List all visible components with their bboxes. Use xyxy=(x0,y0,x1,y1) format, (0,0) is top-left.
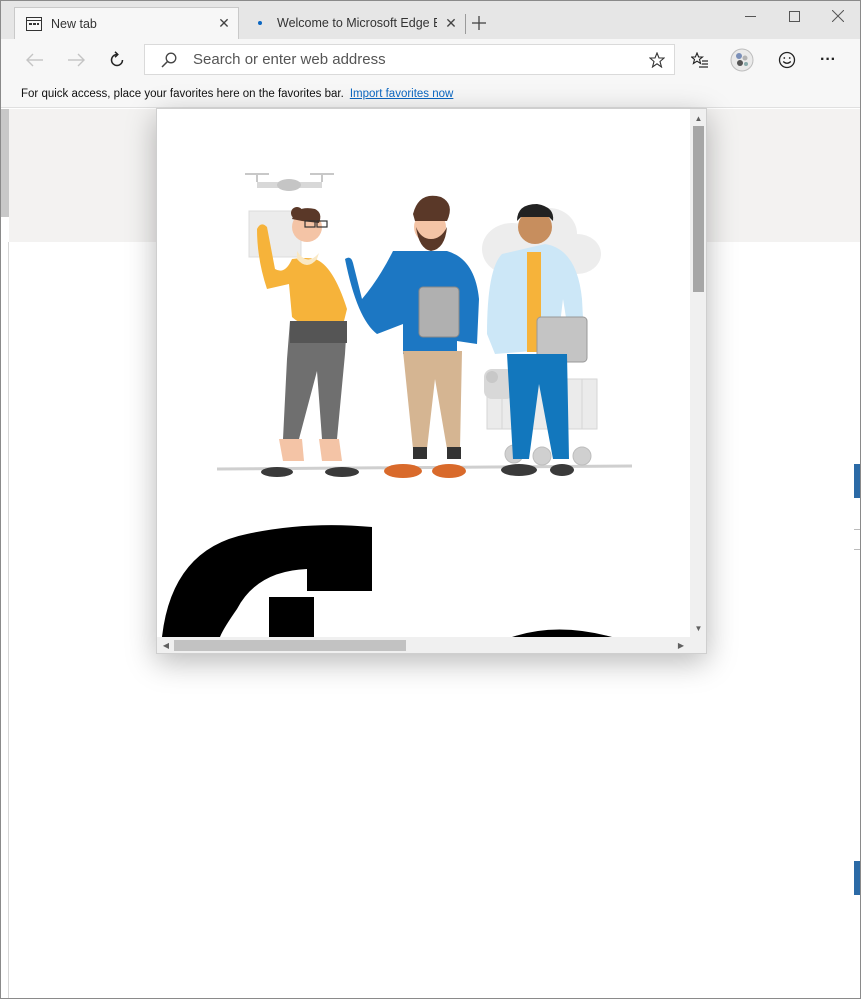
vertical-scrollbar[interactable]: ▲ ▼ xyxy=(690,109,706,637)
horizontal-scrollbar[interactable]: ◀ ▶ xyxy=(157,637,690,653)
edge-accent-block xyxy=(854,861,860,895)
new-tab-page-icon xyxy=(26,16,42,32)
close-window-button[interactable] xyxy=(816,1,860,31)
middle-man-figure xyxy=(345,195,479,478)
smiley-icon xyxy=(778,51,796,69)
horizontal-scrollbar-thumb[interactable] xyxy=(174,640,406,651)
popup-panel: ▲ ▼ ◀ ▶ xyxy=(156,108,707,654)
tab-welcome[interactable]: Welcome to Microsoft Edge Beta ✕ xyxy=(241,7,465,39)
favorites-bar: For quick access, place your favorites h… xyxy=(1,81,860,108)
close-icon xyxy=(832,10,844,22)
tab-label: New tab xyxy=(51,16,97,31)
new-tab-button[interactable] xyxy=(467,9,491,37)
tab-strip: New tab ✕ Welcome to Microsoft Edge Beta… xyxy=(1,1,860,39)
back-button[interactable] xyxy=(19,44,51,76)
profile-button[interactable] xyxy=(726,44,758,76)
more-options-button[interactable]: ··· xyxy=(812,44,844,76)
scroll-up-arrow-icon[interactable]: ▲ xyxy=(690,111,706,125)
maximize-button[interactable] xyxy=(772,1,816,31)
divider xyxy=(854,549,860,550)
page-border xyxy=(8,242,9,998)
edge-accent-block xyxy=(854,464,860,498)
add-favorite-star-icon[interactable] xyxy=(640,46,674,74)
import-favorites-link[interactable]: Import favorites now xyxy=(350,88,454,100)
maximize-icon xyxy=(788,10,800,22)
navigation-toolbar: ··· xyxy=(1,39,860,81)
address-input[interactable] xyxy=(193,45,640,74)
left-edge xyxy=(1,109,9,217)
popup-content xyxy=(157,109,690,637)
large-black-letterform xyxy=(162,525,612,637)
favorites-bar-message: For quick access, place your favorites h… xyxy=(21,88,344,100)
profile-avatar-icon xyxy=(730,48,754,72)
tab-new-tab[interactable]: New tab ✕ xyxy=(14,7,239,39)
minimize-icon xyxy=(744,15,756,17)
tab-label: Welcome to Microsoft Edge Beta xyxy=(277,16,437,30)
feedback-button[interactable] xyxy=(771,44,803,76)
close-tab-icon[interactable]: ✕ xyxy=(437,9,465,37)
scroll-left-arrow-icon[interactable]: ◀ xyxy=(159,637,173,653)
forward-arrow-icon xyxy=(68,53,85,67)
address-bar[interactable] xyxy=(144,44,675,75)
refresh-button[interactable] xyxy=(101,44,133,76)
favorites-list-icon xyxy=(691,52,708,68)
window-controls xyxy=(728,1,860,31)
loading-dot-icon xyxy=(252,15,268,31)
close-tab-icon[interactable]: ✕ xyxy=(210,10,238,38)
plus-icon xyxy=(472,16,486,30)
scroll-down-arrow-icon[interactable]: ▼ xyxy=(690,621,706,635)
forward-button[interactable] xyxy=(60,44,92,76)
browser-window: New tab ✕ Welcome to Microsoft Edge Beta… xyxy=(0,0,861,999)
vertical-scrollbar-thumb[interactable] xyxy=(693,126,704,292)
tab-separator xyxy=(465,14,466,34)
search-icon xyxy=(155,46,183,74)
divider xyxy=(854,529,860,530)
refresh-icon xyxy=(110,51,124,67)
scroll-right-arrow-icon[interactable]: ▶ xyxy=(674,637,688,653)
back-arrow-icon xyxy=(26,53,43,67)
favorites-button[interactable] xyxy=(684,44,716,76)
minimize-button[interactable] xyxy=(728,1,772,31)
people-with-devices-illustration xyxy=(162,173,633,637)
scrollbar-corner xyxy=(690,637,706,653)
